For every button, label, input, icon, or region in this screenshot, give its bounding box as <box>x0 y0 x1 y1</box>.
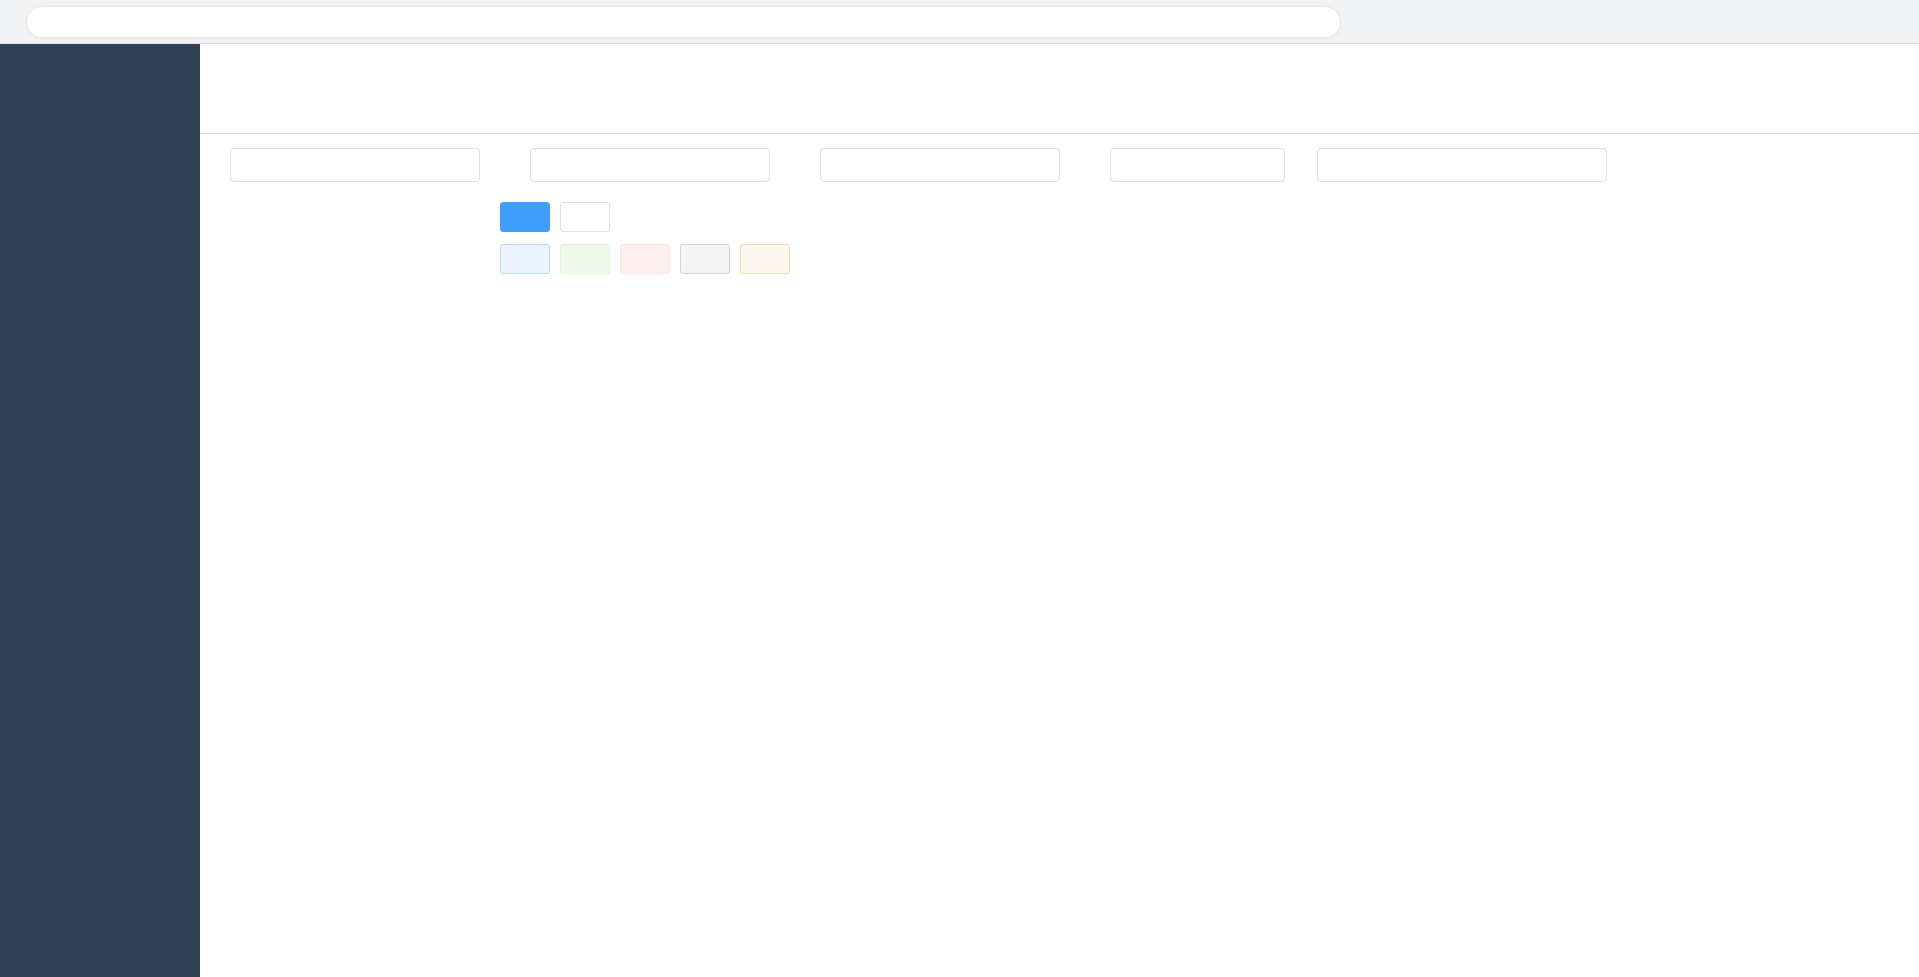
dept-search-input[interactable] <box>230 148 480 182</box>
address-bar[interactable] <box>26 6 1341 38</box>
trash-icon <box>635 252 649 266</box>
search-icon <box>243 158 257 172</box>
export-button[interactable] <box>740 244 790 274</box>
date-range-picker[interactable] <box>1317 148 1607 182</box>
browser-chrome <box>0 0 1919 44</box>
dept-tree <box>230 202 500 324</box>
page-content <box>200 134 1919 977</box>
plus-icon <box>515 252 529 266</box>
search-icon <box>515 210 529 224</box>
download-icon <box>755 252 769 266</box>
edit-icon <box>575 252 589 266</box>
username-input[interactable] <box>530 148 770 182</box>
reset-button[interactable] <box>560 202 610 232</box>
calendar-icon <box>1440 158 1455 173</box>
filter-row <box>230 148 1905 182</box>
search-button[interactable] <box>500 202 550 232</box>
sidebar <box>0 44 200 977</box>
menu-fold-icon[interactable] <box>218 61 238 81</box>
chevron-down-icon <box>1258 158 1272 172</box>
tag-view-bar <box>200 98 1919 134</box>
modify-button[interactable] <box>560 244 610 274</box>
delete-button[interactable] <box>620 244 670 274</box>
app-header <box>200 44 1919 98</box>
status-select[interactable] <box>1110 148 1285 182</box>
import-button[interactable] <box>680 244 730 274</box>
phone-input[interactable] <box>820 148 1060 182</box>
chevron-down-icon[interactable] <box>1890 66 1901 77</box>
refresh-icon <box>575 210 589 224</box>
upload-icon <box>695 252 709 266</box>
app-logo[interactable] <box>0 44 200 96</box>
add-button[interactable] <box>500 244 550 274</box>
